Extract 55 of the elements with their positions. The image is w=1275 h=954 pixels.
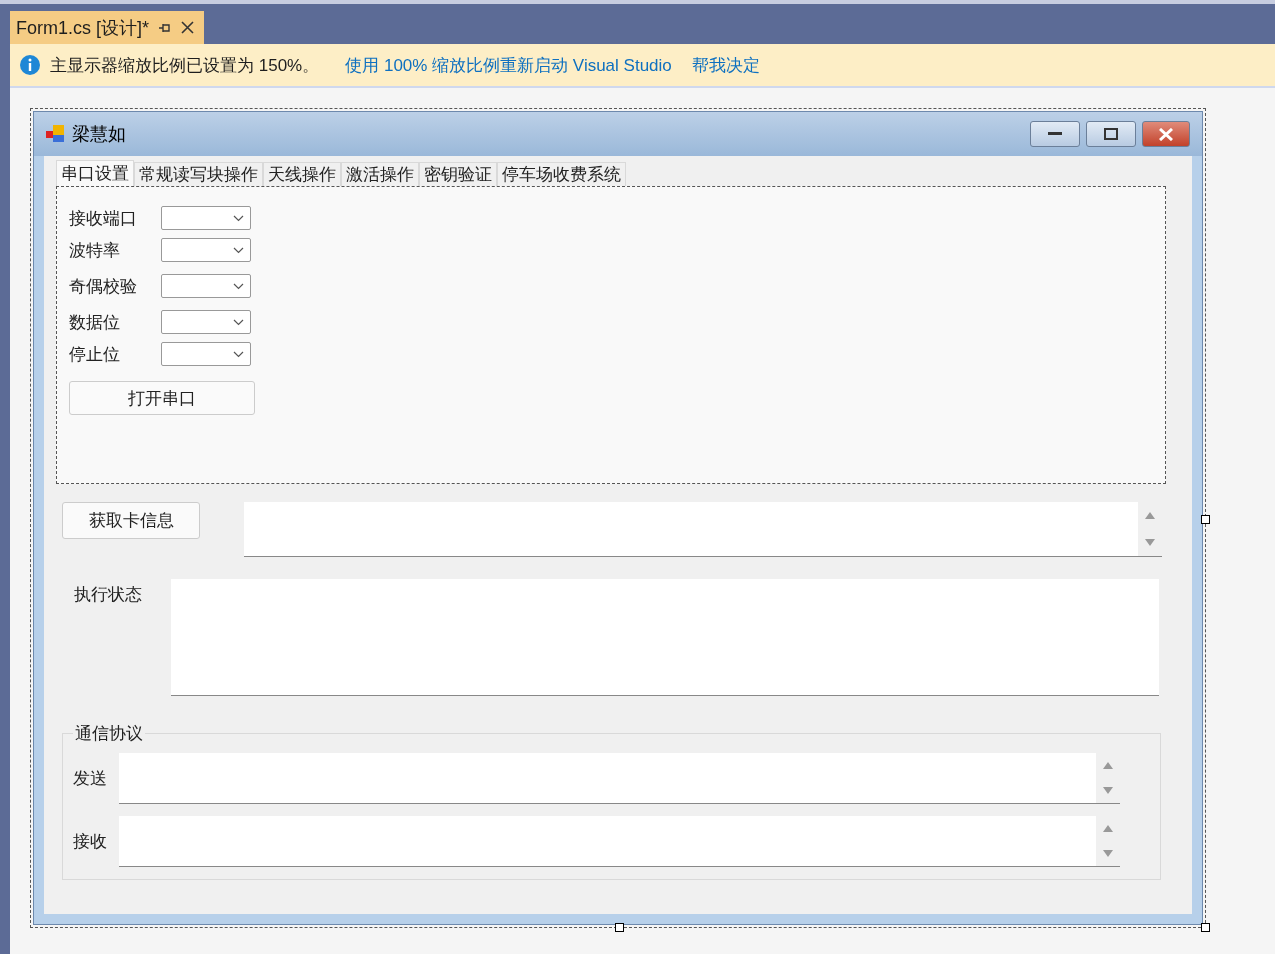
field-label: 停止位 [69, 343, 121, 366]
group-title: 通信协议 [74, 723, 144, 745]
tab[interactable]: 常规读写块操作 [134, 162, 263, 186]
status-field[interactable] [171, 579, 1159, 696]
status-label: 执行状态 [74, 584, 142, 606]
card-info-field[interactable] [244, 502, 1162, 557]
dropdown-caret-icon [233, 318, 244, 326]
up-arrow-icon[interactable] [1103, 825, 1113, 832]
tab[interactable]: 停车场收费系统 [497, 162, 626, 186]
maximize-icon[interactable] [1104, 128, 1118, 140]
field-label: 发送 [73, 768, 107, 790]
info-icon [20, 55, 40, 75]
dropdown[interactable] [161, 310, 251, 334]
resize-handle[interactable] [1201, 515, 1210, 524]
open-port-button[interactable]: 打开串口 [69, 381, 255, 415]
close-button[interactable] [1142, 121, 1190, 147]
field-label: 接收 [73, 831, 107, 853]
pin-icon[interactable] [159, 22, 171, 33]
get-card-info-button[interactable]: 获取卡信息 [62, 502, 200, 539]
document-tab-title: Form1.cs [设计]* [16, 16, 149, 40]
up-arrow-icon[interactable] [1145, 512, 1155, 519]
dropdown-caret-icon [233, 282, 244, 290]
dropdown-caret-icon [233, 246, 244, 254]
tab[interactable]: 密钥验证 [419, 162, 497, 186]
maximize-button[interactable] [1086, 121, 1136, 147]
down-arrow-icon[interactable] [1103, 787, 1113, 794]
info-link[interactable]: 使用 100% 缩放比例重新启动 Visual Studio [345, 53, 672, 77]
text-field[interactable] [119, 816, 1120, 867]
dropdown[interactable] [161, 238, 251, 262]
dropdown[interactable] [161, 342, 251, 366]
down-arrow-icon[interactable] [1103, 850, 1113, 857]
resize-handle[interactable] [1201, 923, 1210, 932]
down-arrow-icon[interactable] [1145, 539, 1155, 546]
tab[interactable]: 串口设置 [56, 160, 134, 186]
text-field[interactable] [119, 753, 1120, 804]
tab[interactable]: 激活操作 [341, 162, 419, 186]
document-tab[interactable]: Form1.cs [设计]* [10, 11, 204, 44]
resize-handle[interactable] [615, 923, 624, 932]
field-label: 波特率 [69, 239, 121, 262]
field-label: 接收端口 [69, 207, 138, 230]
dropdown-caret-icon [233, 350, 244, 358]
app-icon [46, 125, 66, 143]
dropdown-caret-icon [233, 214, 244, 222]
dropdown[interactable] [161, 274, 251, 298]
dropdown[interactable] [161, 206, 251, 230]
info-message: 主显示器缩放比例已设置为 150%。 [50, 54, 320, 77]
minimize-button[interactable] [1030, 121, 1080, 147]
close-icon[interactable] [181, 21, 194, 34]
field-label: 奇偶校验 [69, 275, 138, 298]
form-title: 梁慧如 [72, 123, 127, 146]
minimize-icon[interactable] [1048, 132, 1062, 136]
info-link[interactable]: 帮我决定 [691, 53, 760, 77]
up-arrow-icon[interactable] [1103, 762, 1113, 769]
tab[interactable]: 天线操作 [263, 162, 341, 186]
field-label: 数据位 [69, 311, 121, 334]
